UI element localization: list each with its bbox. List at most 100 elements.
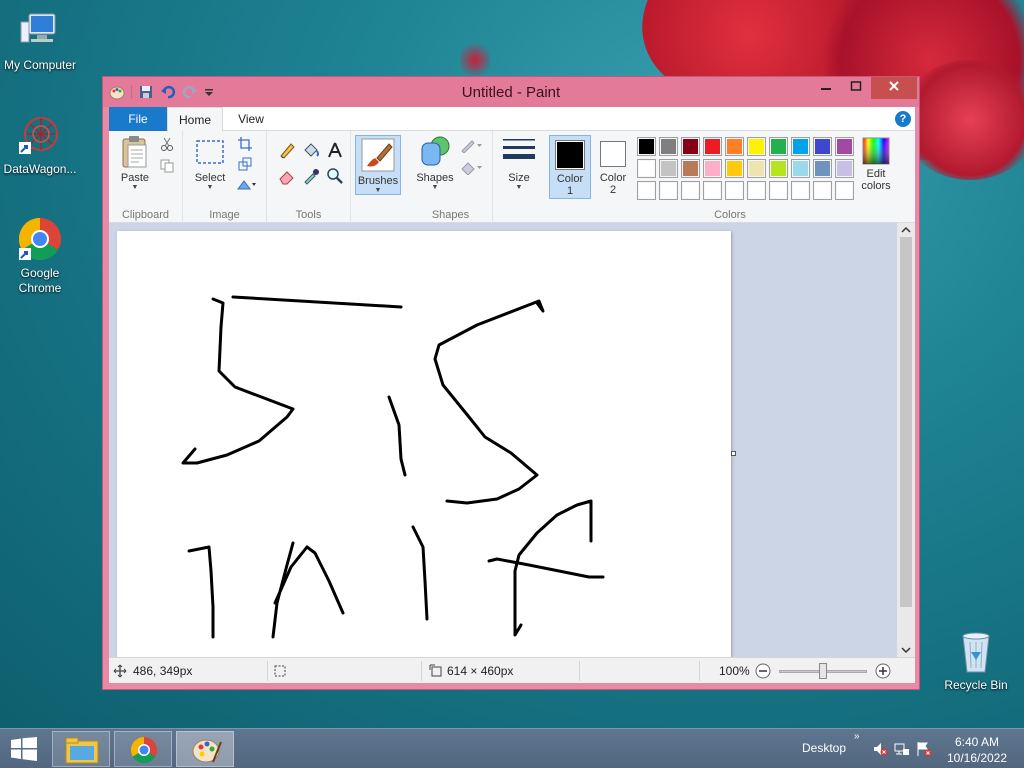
- tab-file[interactable]: File: [109, 107, 167, 131]
- palette-swatch[interactable]: [769, 181, 788, 200]
- palette-swatch[interactable]: [637, 159, 656, 178]
- title-bar[interactable]: Untitled - Paint: [103, 77, 919, 107]
- palette-swatch[interactable]: [813, 159, 832, 178]
- palette-swatch[interactable]: [747, 137, 766, 156]
- palette-swatch[interactable]: [747, 159, 766, 178]
- vertical-scrollbar[interactable]: [897, 223, 915, 657]
- palette-swatch[interactable]: [791, 181, 810, 200]
- taskbar-chrome[interactable]: [114, 731, 172, 767]
- shapes-group: Shapes ▼ Shapes: [409, 131, 493, 223]
- swatch-fill: [793, 183, 808, 198]
- windows-logo-icon: [11, 737, 37, 761]
- zoom-slider-thumb[interactable]: [819, 663, 827, 679]
- select-button[interactable]: Select ▼: [191, 135, 229, 192]
- palette-swatch[interactable]: [681, 181, 700, 200]
- folder-icon: [65, 737, 99, 764]
- swatch-fill: [727, 183, 742, 198]
- swatch-fill: [705, 183, 720, 198]
- toolbar-expand-icon[interactable]: »: [854, 731, 860, 742]
- palette-swatch[interactable]: [725, 181, 744, 200]
- palette-swatch[interactable]: [681, 137, 700, 156]
- swatch-fill: [771, 139, 786, 154]
- clock[interactable]: 6:40 AM 10/16/2022: [944, 734, 1010, 766]
- palette-swatch[interactable]: [703, 181, 722, 200]
- group-label: Clipboard: [121, 209, 170, 221]
- start-button[interactable]: [10, 737, 38, 761]
- chrome-icon: [17, 216, 63, 262]
- minimize-button[interactable]: [811, 77, 841, 99]
- clock-time: 6:40 AM: [954, 735, 1000, 749]
- palette-swatch[interactable]: [703, 159, 722, 178]
- palette-swatch[interactable]: [813, 181, 832, 200]
- help-icon[interactable]: ?: [895, 111, 911, 127]
- canvas-resize-handle[interactable]: [731, 451, 736, 456]
- copy-button[interactable]: [159, 159, 175, 176]
- text-tool[interactable]: [325, 141, 345, 164]
- crop-button[interactable]: [237, 137, 253, 154]
- palette-swatch[interactable]: [659, 181, 678, 200]
- palette-swatch[interactable]: [725, 159, 744, 178]
- close-button[interactable]: [871, 77, 917, 99]
- color2-swatch: [600, 141, 626, 167]
- maximize-button[interactable]: [841, 77, 871, 99]
- scrollbar-thumb[interactable]: [900, 237, 912, 607]
- volume-muted-icon[interactable]: [872, 741, 888, 757]
- taskbar-paint[interactable]: [176, 731, 234, 767]
- palette-swatch[interactable]: [791, 159, 810, 178]
- pencil-tool[interactable]: [277, 141, 297, 162]
- tab-home[interactable]: Home: [167, 107, 223, 131]
- action-center-flag-icon[interactable]: [916, 741, 932, 757]
- color-picker-tool[interactable]: [301, 167, 321, 188]
- swatch-fill: [683, 161, 698, 176]
- swatch-fill: [705, 161, 720, 176]
- palette-swatch[interactable]: [703, 137, 722, 156]
- size-button[interactable]: Size ▼: [499, 135, 539, 192]
- palette-swatch[interactable]: [791, 137, 810, 156]
- desktop-icon-google-chrome[interactable]: Google Chrome: [0, 216, 80, 296]
- desktop-toolbar-label[interactable]: Desktop: [802, 741, 846, 755]
- zoom-in-icon[interactable]: [875, 663, 891, 679]
- palette-swatch[interactable]: [725, 137, 744, 156]
- palette-swatch[interactable]: [681, 159, 700, 178]
- desktop-icon-label: Recycle Bin: [944, 678, 1008, 692]
- rotate-button[interactable]: [235, 177, 259, 194]
- zoom-out-icon[interactable]: [755, 663, 771, 679]
- scroll-up-icon[interactable]: [897, 223, 915, 237]
- color2-button[interactable]: Color 2: [593, 135, 633, 199]
- cut-button[interactable]: [159, 137, 175, 154]
- fill-tool[interactable]: [301, 141, 321, 162]
- palette-swatch[interactable]: [637, 137, 656, 156]
- palette-swatch[interactable]: [769, 159, 788, 178]
- stroke: [433, 299, 545, 505]
- paste-button[interactable]: Paste ▼: [115, 135, 155, 192]
- canvas-workspace: [109, 223, 915, 657]
- outline-button[interactable]: [459, 139, 485, 156]
- brushes-button[interactable]: Brushes ▼: [355, 135, 401, 195]
- palette-swatch[interactable]: [637, 181, 656, 200]
- palette-swatch[interactable]: [747, 181, 766, 200]
- resize-button[interactable]: [237, 157, 253, 174]
- network-icon[interactable]: [894, 741, 910, 757]
- taskbar-file-explorer[interactable]: [52, 731, 110, 767]
- color1-fill: [557, 142, 583, 168]
- desktop-icon-datawagon[interactable]: DataWagon...: [0, 112, 80, 177]
- palette-swatch[interactable]: [813, 137, 832, 156]
- eraser-tool[interactable]: [277, 167, 297, 188]
- paint-window: Untitled - Paint File Home View ? Paste …: [102, 76, 920, 690]
- desktop-icon-my-computer[interactable]: My Computer: [0, 8, 80, 73]
- fill-button[interactable]: [459, 161, 485, 178]
- shapes-button[interactable]: Shapes ▼: [413, 135, 457, 192]
- edit-colors-button[interactable]: Edit colors: [851, 135, 901, 192]
- color1-button[interactable]: Color 1: [549, 135, 591, 199]
- group-label: Image: [209, 209, 240, 221]
- close-icon: [889, 81, 899, 91]
- canvas-drawing: [181, 295, 605, 639]
- magnifier-tool[interactable]: [325, 167, 345, 188]
- scroll-down-icon[interactable]: [897, 643, 915, 657]
- tab-view[interactable]: View: [223, 107, 279, 131]
- desktop-icon-recycle-bin[interactable]: Recycle Bin: [936, 628, 1016, 693]
- palette-swatch[interactable]: [659, 137, 678, 156]
- palette-swatch[interactable]: [769, 137, 788, 156]
- drawing-canvas[interactable]: [117, 231, 731, 657]
- palette-swatch[interactable]: [659, 159, 678, 178]
